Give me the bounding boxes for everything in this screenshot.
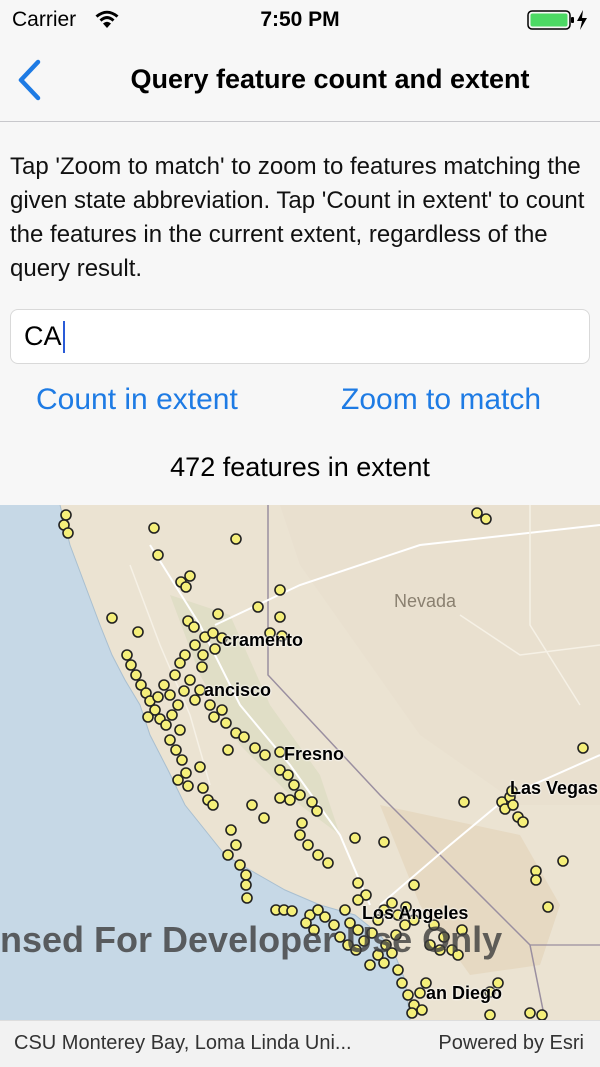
map-label-las-vegas: Las Vegas: [510, 778, 599, 798]
status-time: 7:50 PM: [260, 8, 340, 31]
back-chevron-icon[interactable]: [14, 58, 44, 102]
count-in-extent-button[interactable]: Count in extent: [36, 383, 238, 417]
map-label-fresno: Fresno: [284, 744, 345, 764]
map-label-san-diego: an Diego: [426, 983, 503, 1003]
navigation-bar: Query feature count and extent: [0, 40, 600, 122]
developer-watermark: ensed For Developer Use Only: [0, 919, 503, 960]
map-label-san-francisco: ancisco: [204, 680, 272, 700]
instructions-text: Tap 'Zoom to match' to zoom to features …: [10, 153, 585, 282]
input-value: CA: [24, 321, 62, 351]
attribution-text[interactable]: CSU Monterey Bay, Loma Linda Uni...: [14, 1032, 352, 1055]
page-title: Query feature count and extent: [130, 64, 530, 94]
battery-icon: [527, 10, 587, 30]
zoom-to-match-button[interactable]: Zoom to match: [341, 383, 541, 417]
feature-count-result: 472 features in extent: [170, 452, 430, 482]
text-cursor: [62, 320, 65, 353]
map-label-sacramento: cramento: [222, 630, 304, 650]
powered-by-esri: Powered by Esri: [438, 1032, 584, 1054]
map-label-nevada: Nevada: [394, 591, 457, 611]
state-abbreviation-input[interactable]: CA: [10, 309, 590, 364]
map-view[interactable]: Nevada cramento ancisco Fresno Las Vegas…: [0, 505, 600, 1020]
status-bar: Carrier 7:50 PM: [0, 0, 600, 40]
map-attribution-bar[interactable]: CSU Monterey Bay, Loma Linda Uni... Powe…: [0, 1020, 600, 1067]
